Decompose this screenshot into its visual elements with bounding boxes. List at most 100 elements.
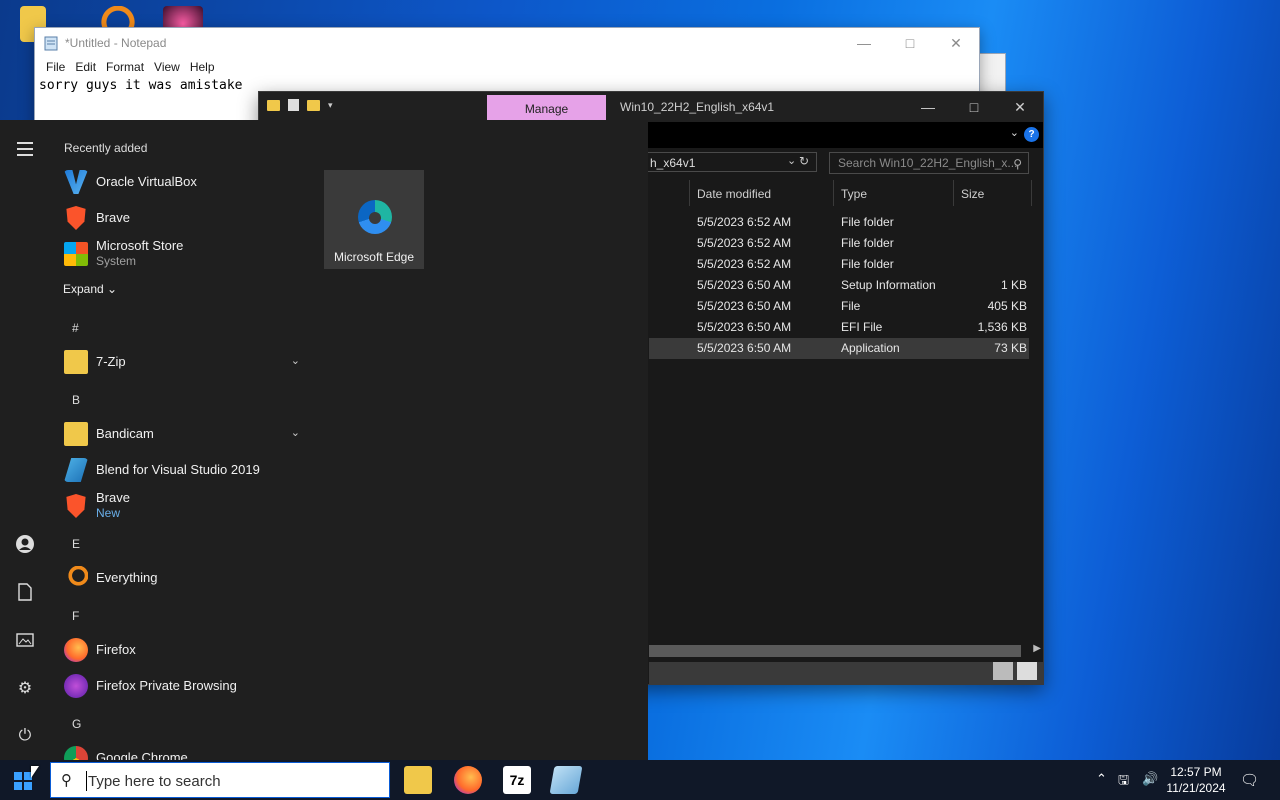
tile-microsoft-edge[interactable]: Microsoft Edge bbox=[324, 170, 424, 269]
settings-gear-icon[interactable]: ⚙ bbox=[14, 677, 36, 699]
details-view-button[interactable] bbox=[993, 662, 1013, 680]
letter-header[interactable]: # bbox=[72, 321, 79, 335]
taskbar: ⚲ Type here to search 7z ⌃ 🖫 🔊 12:57 PM … bbox=[0, 760, 1280, 800]
search-placeholder: Search Win10_22H2_English_x... bbox=[838, 156, 1018, 170]
volume-icon[interactable]: 🔊 bbox=[1142, 771, 1158, 787]
column-separator[interactable] bbox=[833, 180, 834, 206]
file-row[interactable]: 5/5/2023 6:52 AM File folder bbox=[649, 254, 1029, 275]
edge-icon bbox=[358, 200, 392, 234]
close-button[interactable]: ✕ bbox=[933, 28, 979, 58]
letter-header[interactable]: B bbox=[72, 393, 80, 407]
file-explorer-taskbar-icon[interactable] bbox=[404, 766, 432, 794]
explorer-titlebar[interactable]: ▾ Manage Win10_22H2_English_x64v1 — □ ✕ bbox=[259, 92, 1043, 122]
letter-header[interactable]: F bbox=[72, 609, 79, 623]
file-row[interactable]: 5/5/2023 6:50 AM File 405 KB bbox=[649, 296, 1029, 317]
row-type: Setup Information bbox=[841, 278, 936, 292]
scroll-right-icon[interactable]: ▶ bbox=[1033, 643, 1041, 654]
file-row[interactable]: 5/5/2023 6:50 AM EFI File 1,536 KB bbox=[649, 317, 1029, 338]
network-icon[interactable]: 🖫 bbox=[1118, 771, 1129, 793]
search-icon: ⚲ bbox=[1013, 157, 1022, 171]
new-folder-icon[interactable] bbox=[307, 99, 320, 111]
help-icon[interactable]: ? bbox=[1024, 127, 1039, 142]
taskbar-search-input[interactable]: ⚲ Type here to search bbox=[50, 762, 390, 798]
pictures-icon[interactable] bbox=[14, 629, 36, 651]
column-separator[interactable] bbox=[689, 180, 690, 206]
hamburger-menu-icon[interactable] bbox=[14, 138, 36, 160]
notepad-title: *Untitled - Notepad bbox=[65, 36, 167, 50]
firefox-private-icon bbox=[64, 674, 88, 698]
refresh-icon[interactable]: ↻ bbox=[799, 154, 809, 168]
row-size: 73 KB bbox=[994, 341, 1027, 355]
notepad-taskbar-icon[interactable] bbox=[549, 766, 583, 794]
app-firefox-private[interactable]: Firefox Private Browsing bbox=[62, 668, 312, 702]
app-everything[interactable]: Everything bbox=[62, 560, 312, 594]
chevron-down-icon[interactable]: ⌄ bbox=[291, 426, 300, 439]
app-7zip[interactable]: 7-Zip ⌄ bbox=[62, 344, 312, 378]
menu-help[interactable]: Help bbox=[185, 58, 220, 76]
app-oracle-virtualbox[interactable]: Oracle VirtualBox bbox=[62, 164, 312, 198]
customize-dropdown-icon[interactable]: ▾ bbox=[328, 100, 333, 111]
app-bandicam[interactable]: Bandicam ⌄ bbox=[62, 416, 312, 450]
menu-view[interactable]: View bbox=[149, 58, 185, 76]
clock[interactable]: 12:57 PM 11/21/2024 bbox=[1160, 764, 1232, 796]
app-google-chrome[interactable]: Google Chrome bbox=[62, 740, 312, 760]
app-microsoft-store[interactable]: Microsoft Store System bbox=[62, 236, 312, 270]
minimize-button[interactable]: — bbox=[841, 28, 887, 58]
folder-icon bbox=[64, 350, 88, 374]
file-row[interactable]: 5/5/2023 6:52 AM File folder bbox=[649, 212, 1029, 233]
expand-button[interactable]: Expand ⌄ bbox=[63, 282, 117, 296]
row-size: 1,536 KB bbox=[977, 320, 1027, 334]
notifications-icon[interactable]: 🗨 bbox=[1240, 771, 1259, 789]
folder-icon[interactable] bbox=[267, 99, 280, 111]
virtualbox-icon bbox=[64, 170, 88, 194]
horizontal-scrollbar[interactable] bbox=[649, 645, 1021, 657]
notepad-titlebar[interactable]: *Untitled - Notepad — □ ✕ bbox=[35, 28, 979, 58]
documents-icon[interactable] bbox=[14, 581, 36, 603]
user-account-icon[interactable] bbox=[14, 533, 36, 555]
recently-added-header: Recently added bbox=[64, 141, 148, 155]
chevron-down-icon[interactable]: ⌄ bbox=[291, 354, 300, 367]
address-dropdown-icon[interactable]: ⌄ bbox=[787, 154, 796, 167]
column-size[interactable]: Size bbox=[961, 187, 984, 201]
explorer-title: Win10_22H2_English_x64v1 bbox=[620, 100, 775, 114]
column-separator[interactable] bbox=[1031, 180, 1032, 206]
maximize-button[interactable]: □ bbox=[887, 28, 933, 58]
large-icons-view-button[interactable] bbox=[1017, 662, 1037, 680]
app-brave[interactable]: Brave New bbox=[62, 488, 312, 522]
maximize-button[interactable]: □ bbox=[951, 92, 997, 122]
start-button[interactable] bbox=[14, 772, 32, 790]
start-rail: ⚙ ⏻ bbox=[0, 120, 48, 760]
letter-header[interactable]: G bbox=[72, 717, 81, 731]
row-type: File folder bbox=[841, 236, 894, 250]
menu-edit[interactable]: Edit bbox=[70, 58, 101, 76]
app-firefox[interactable]: Firefox bbox=[62, 632, 312, 666]
app-brave-recent[interactable]: Brave bbox=[62, 200, 312, 234]
row-date: 5/5/2023 6:52 AM bbox=[697, 236, 792, 250]
show-hidden-icons-icon[interactable]: ⌃ bbox=[1096, 771, 1107, 787]
row-date: 5/5/2023 6:50 AM bbox=[697, 320, 792, 334]
minimize-button[interactable]: — bbox=[905, 92, 951, 122]
file-row-selected[interactable]: 5/5/2023 6:50 AM Application 73 KB bbox=[649, 338, 1029, 359]
properties-icon[interactable] bbox=[288, 99, 299, 111]
file-row[interactable]: 5/5/2023 6:52 AM File folder bbox=[649, 233, 1029, 254]
column-type[interactable]: Type bbox=[841, 187, 867, 201]
column-date-modified[interactable]: Date modified bbox=[697, 187, 771, 201]
menu-file[interactable]: File bbox=[41, 58, 70, 76]
menu-format[interactable]: Format bbox=[101, 58, 149, 76]
search-input[interactable]: Search Win10_22H2_English_x... ⚲ bbox=[829, 152, 1029, 174]
letter-header[interactable]: E bbox=[72, 537, 80, 551]
app-blend-visual-studio[interactable]: Blend for Visual Studio 2019 bbox=[62, 452, 312, 486]
power-icon[interactable]: ⏻ bbox=[14, 725, 36, 747]
background-window[interactable] bbox=[978, 53, 1006, 95]
tab-manage[interactable]: Manage bbox=[487, 95, 606, 122]
7zip-taskbar-icon[interactable]: 7z bbox=[503, 766, 531, 794]
file-row[interactable]: 5/5/2023 6:50 AM Setup Information 1 KB bbox=[649, 275, 1029, 296]
expand-ribbon-icon[interactable]: ⌄ bbox=[1010, 126, 1019, 139]
blend-icon bbox=[64, 458, 88, 482]
close-button[interactable]: ✕ bbox=[997, 92, 1043, 122]
notepad-icon bbox=[43, 35, 59, 51]
row-date: 5/5/2023 6:52 AM bbox=[697, 257, 792, 271]
folder-icon bbox=[64, 422, 88, 446]
firefox-taskbar-icon[interactable] bbox=[454, 766, 482, 794]
column-separator[interactable] bbox=[953, 180, 954, 206]
